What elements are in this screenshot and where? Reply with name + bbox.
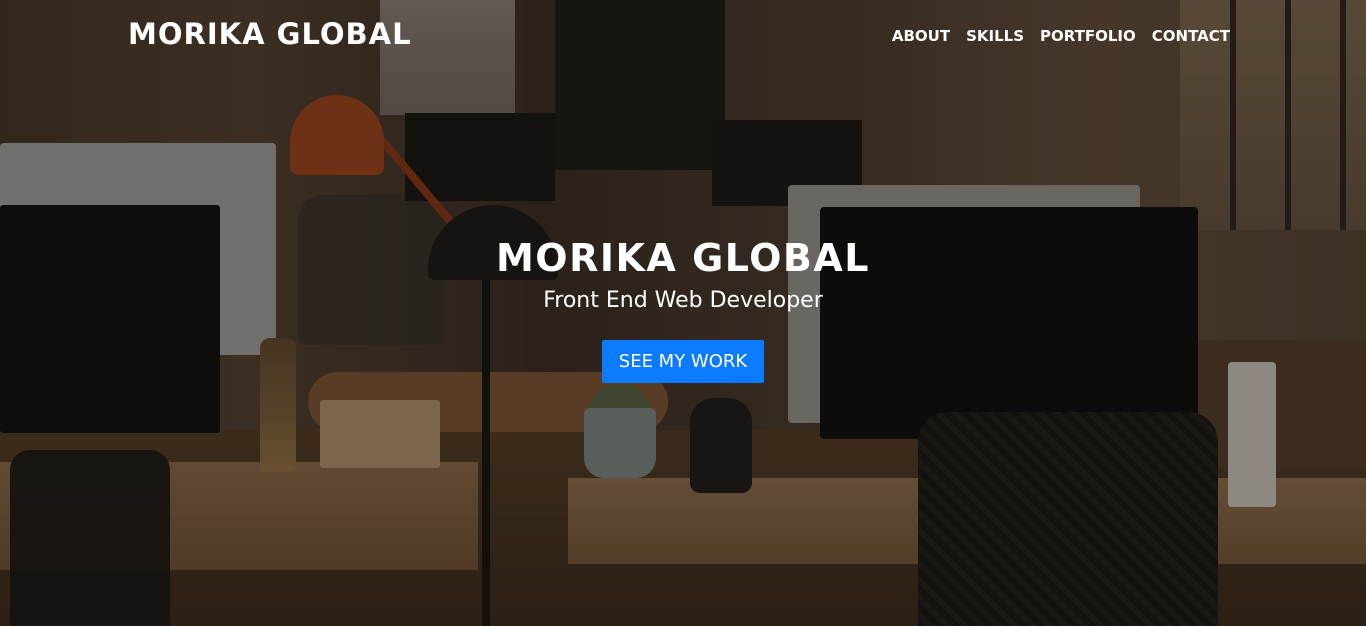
- nav-item-portfolio: PORTFOLIO: [1040, 26, 1136, 45]
- nav-link-portfolio[interactable]: PORTFOLIO: [1040, 27, 1136, 45]
- navbar: MORIKA GLOBAL ABOUT SKILLS PORTFOLIO CON…: [0, 0, 1366, 72]
- brand-logo[interactable]: MORIKA GLOBAL: [128, 17, 412, 51]
- nav-link-about[interactable]: ABOUT: [892, 27, 950, 45]
- hero-section: MORIKA GLOBAL ABOUT SKILLS PORTFOLIO CON…: [0, 0, 1366, 626]
- nav-links: ABOUT SKILLS PORTFOLIO CONTACT: [892, 26, 1230, 45]
- nav-link-skills[interactable]: SKILLS: [966, 27, 1024, 45]
- hero-content: MORIKA GLOBAL Front End Web Developer SE…: [0, 235, 1366, 384]
- hero-title: MORIKA GLOBAL: [495, 236, 871, 280]
- nav-item-skills: SKILLS: [966, 26, 1024, 45]
- see-my-work-button[interactable]: SEE MY WORK: [601, 340, 765, 384]
- nav-item-about: ABOUT: [892, 26, 950, 45]
- nav-link-contact[interactable]: CONTACT: [1152, 27, 1230, 45]
- nav-item-contact: CONTACT: [1152, 26, 1230, 45]
- hero-subtitle: Front End Web Developer: [543, 287, 823, 313]
